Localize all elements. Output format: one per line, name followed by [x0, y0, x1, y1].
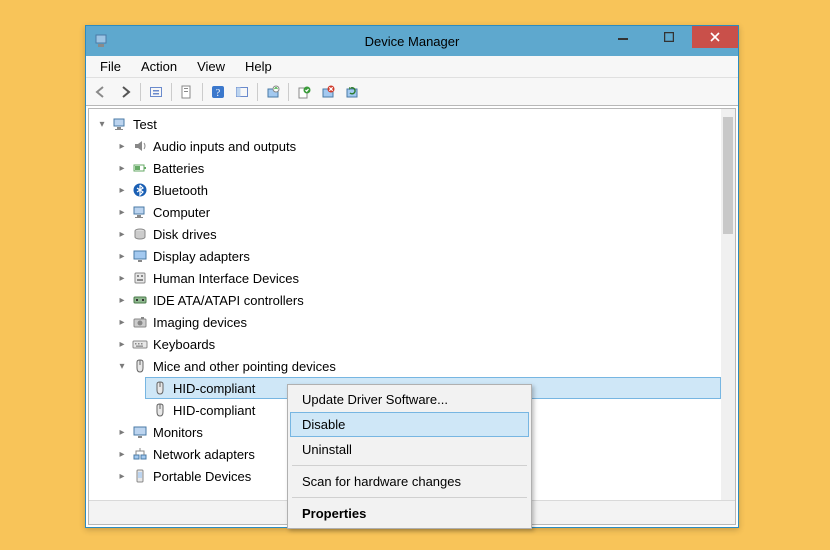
context-menu-item[interactable]: Disable: [290, 412, 529, 437]
tree-item[interactable]: ▸ Disk drives: [89, 223, 721, 245]
portable-icon: [131, 468, 149, 484]
toolbar-separator: [288, 83, 289, 101]
toolbar-separator: [202, 83, 203, 101]
expander-icon[interactable]: ▸: [115, 227, 129, 241]
tree-item-label: Display adapters: [153, 249, 250, 264]
tree-item-label: Human Interface Devices: [153, 271, 299, 286]
tree-item[interactable]: ▾ Test: [89, 113, 721, 135]
context-menu-separator: [292, 465, 527, 466]
tree-item-label: Network adapters: [153, 447, 255, 462]
expander-icon[interactable]: ▸: [115, 315, 129, 329]
scrollbar-thumb[interactable]: [723, 117, 733, 234]
tree-item-label: Mice and other pointing devices: [153, 359, 336, 374]
mouse-icon: [131, 358, 149, 374]
context-menu[interactable]: Update Driver Software...DisableUninstal…: [287, 384, 532, 529]
window-controls: [600, 26, 738, 48]
expander-icon[interactable]: ▾: [95, 117, 109, 131]
expander-icon[interactable]: ▸: [115, 205, 129, 219]
battery-icon: [131, 160, 149, 176]
show-hidden-button[interactable]: [145, 81, 167, 103]
update-driver-button[interactable]: [262, 81, 284, 103]
tree-item[interactable]: ▸ Bluetooth: [89, 179, 721, 201]
expander-icon[interactable]: ▸: [115, 271, 129, 285]
camera-icon: [131, 314, 149, 330]
toolbar-separator: [140, 83, 141, 101]
titlebar[interactable]: Device Manager: [86, 26, 738, 56]
computer-icon: [131, 204, 149, 220]
ide-icon: [131, 292, 149, 308]
toolbar: ?: [86, 78, 738, 106]
enable-button[interactable]: [293, 81, 315, 103]
app-icon: [94, 33, 110, 49]
expander-icon[interactable]: ▸: [115, 469, 129, 483]
menubar: File Action View Help: [86, 56, 738, 78]
menu-help[interactable]: Help: [237, 57, 280, 76]
tree-item-label: Test: [133, 117, 157, 132]
tree-item-label: Bluetooth: [153, 183, 208, 198]
expander-icon[interactable]: ▸: [115, 337, 129, 351]
monitor-icon: [131, 424, 149, 440]
audio-icon: [131, 138, 149, 154]
menu-view[interactable]: View: [189, 57, 233, 76]
expander-icon[interactable]: ▸: [115, 161, 129, 175]
uninstall-button[interactable]: [317, 81, 339, 103]
expander-icon[interactable]: ▸: [115, 447, 129, 461]
tree-item[interactable]: ▸ Keyboards: [89, 333, 721, 355]
svg-text:?: ?: [216, 88, 221, 99]
close-button[interactable]: [692, 26, 738, 48]
mouse-icon: [151, 402, 169, 418]
toolbar-separator: [171, 83, 172, 101]
menu-file[interactable]: File: [92, 57, 129, 76]
context-menu-separator: [292, 497, 527, 498]
display-icon: [131, 248, 149, 264]
tree-item[interactable]: ▸ Imaging devices: [89, 311, 721, 333]
properties-button[interactable]: [176, 81, 198, 103]
tree-item-label: Computer: [153, 205, 210, 220]
tree-item[interactable]: ▸ Batteries: [89, 157, 721, 179]
tree-item-label: Imaging devices: [153, 315, 247, 330]
expander-icon[interactable]: ▸: [115, 293, 129, 307]
toolbar-separator: [257, 83, 258, 101]
tree-item[interactable]: ▸ Computer: [89, 201, 721, 223]
keyboard-icon: [131, 336, 149, 352]
disk-icon: [131, 226, 149, 242]
tree-item-label: HID-compliant: [173, 403, 255, 418]
maximize-button[interactable]: [646, 26, 692, 48]
scan-button[interactable]: [341, 81, 363, 103]
help-button[interactable]: ?: [207, 81, 229, 103]
menu-action[interactable]: Action: [133, 57, 185, 76]
expander-icon[interactable]: ▸: [115, 183, 129, 197]
hid-icon: [131, 270, 149, 286]
tree-item-label: Disk drives: [153, 227, 217, 242]
panel-button[interactable]: [231, 81, 253, 103]
expander-icon[interactable]: ▸: [115, 139, 129, 153]
expander-icon[interactable]: ▾: [115, 359, 129, 373]
forward-button[interactable]: [114, 81, 136, 103]
minimize-button[interactable]: [600, 26, 646, 48]
tree-item-label: IDE ATA/ATAPI controllers: [153, 293, 304, 308]
tree-item-label: Keyboards: [153, 337, 215, 352]
tree-item-label: Audio inputs and outputs: [153, 139, 296, 154]
expander-icon[interactable]: ▸: [115, 249, 129, 263]
expander-icon[interactable]: ▸: [115, 425, 129, 439]
context-menu-item[interactable]: Scan for hardware changes: [290, 469, 529, 494]
context-menu-item[interactable]: Uninstall: [290, 437, 529, 462]
tree-item[interactable]: ▸ Human Interface Devices: [89, 267, 721, 289]
vertical-scrollbar[interactable]: [721, 109, 735, 500]
bluetooth-icon: [131, 182, 149, 198]
network-icon: [131, 446, 149, 462]
computer-icon: [111, 116, 129, 132]
tree-item[interactable]: ▸ Audio inputs and outputs: [89, 135, 721, 157]
tree-item[interactable]: ▾ Mice and other pointing devices: [89, 355, 721, 377]
tree-item-label: HID-compliant: [173, 381, 255, 396]
tree-item-label: Portable Devices: [153, 469, 251, 484]
tree-item-label: Batteries: [153, 161, 204, 176]
context-menu-item[interactable]: Update Driver Software...: [290, 387, 529, 412]
tree-item-label: Monitors: [153, 425, 203, 440]
back-button[interactable]: [90, 81, 112, 103]
tree-item[interactable]: ▸ IDE ATA/ATAPI controllers: [89, 289, 721, 311]
context-menu-item[interactable]: Properties: [290, 501, 529, 526]
tree-item[interactable]: ▸ Display adapters: [89, 245, 721, 267]
mouse-icon: [151, 380, 169, 396]
